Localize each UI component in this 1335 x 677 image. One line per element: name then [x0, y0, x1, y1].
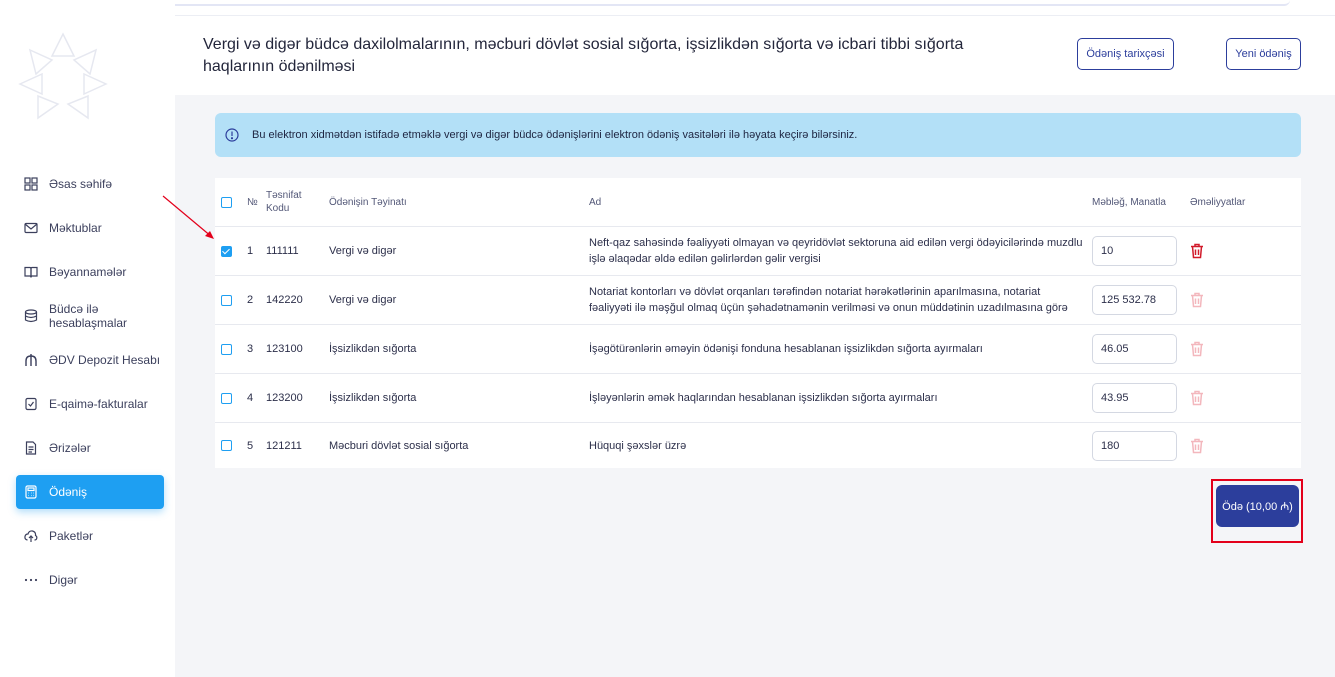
amount-input[interactable] [1092, 236, 1177, 266]
payment-history-button[interactable]: Ödəniş tarixçəsi [1077, 38, 1174, 70]
sidebar: Əsas səhifə Məktublar Bəyannamələr Büdcə… [0, 0, 175, 677]
sidebar-item-label: E-qaimə-fakturalar [49, 397, 148, 411]
row-no: 4 [247, 392, 254, 404]
column-header-no: № [247, 196, 258, 208]
document-icon [24, 441, 38, 455]
row-no: 2 [247, 294, 254, 306]
row-no: 3 [247, 343, 254, 355]
upload-cloud-icon [24, 529, 38, 543]
more-icon [24, 573, 38, 587]
trash-icon[interactable] [1190, 438, 1204, 454]
sidebar-item-label: Ərizələr [49, 441, 91, 455]
table-row: 2 142220 Vergi və digər Notariat kontorl… [215, 276, 1301, 325]
row-code: 111111 [266, 245, 299, 257]
row-name: İşləyənlərin əmək haqlarından hesablanan… [589, 392, 938, 404]
sidebar-item-budget[interactable]: Büdcə ilə hesablaşmalar [0, 294, 175, 338]
column-header-purpose: Ödənişin Təyinatı [329, 196, 407, 208]
row-no: 5 [247, 439, 254, 452]
table-row: 4 123200 İşsizlikdən sığorta İşləyənləri… [215, 374, 1301, 423]
info-text: Bu elektron xidmətdən istifadə etməklə v… [252, 129, 858, 141]
invoice-icon [24, 397, 38, 411]
row-checkbox[interactable] [221, 392, 232, 404]
sidebar-item-payment[interactable]: Ödəniş [16, 475, 164, 509]
row-code: 123100 [266, 343, 303, 355]
top-divider [100, 0, 1290, 6]
row-purpose: İşsizlikdən sığorta [329, 392, 417, 404]
book-icon [24, 265, 38, 279]
row-name: Neft-qaz sahəsində fəaliyyəti olmayan və… [589, 237, 1083, 265]
row-code: 121211 [266, 439, 302, 452]
sidebar-item-other[interactable]: Digər [0, 558, 175, 602]
info-circle-icon [225, 128, 239, 142]
column-header-amount: Məbləğ, Manatla [1092, 196, 1166, 208]
sidebar-item-applications[interactable]: Ərizələr [0, 426, 175, 470]
logo-icon [18, 32, 108, 120]
info-banner: Bu elektron xidmətdən istifadə etməklə v… [215, 113, 1301, 157]
row-name: Hüquqi şəxslər üzrə [589, 439, 687, 452]
amount-input[interactable] [1092, 430, 1177, 461]
sidebar-item-label: Paketlər [49, 529, 94, 543]
row-purpose: Vergi və digər [329, 245, 397, 257]
sidebar-item-e-invoices[interactable]: E-qaimə-fakturalar [0, 382, 175, 426]
sidebar-item-label: Ödəniş [49, 485, 88, 499]
sidebar-item-home[interactable]: Əsas səhifə [0, 162, 175, 206]
payments-table: № Təsnifat Kodu Ödənişin Təyinatı Ad Məb… [215, 178, 1301, 468]
table-row: 5 121211 Məcburi dövlət sosial sığorta H… [215, 423, 1301, 468]
sidebar-item-declarations[interactable]: Bəyannamələr [0, 250, 175, 294]
pay-button[interactable]: Ödə (10,00 ₼) [1216, 485, 1299, 527]
column-header-name: Ad [589, 196, 602, 208]
row-purpose: Məcburi dövlət sosial sığorta [329, 439, 469, 452]
row-checkbox[interactable] [221, 440, 232, 451]
column-header-actions: Əməliyyatlar [1190, 196, 1246, 208]
column-header-code: Təsnifat Kodu [266, 190, 302, 214]
trash-icon[interactable] [1190, 390, 1204, 406]
sidebar-item-label: Bəyannamələr [49, 265, 127, 279]
bank-icon [24, 353, 38, 367]
sidebar-item-label: Digər [49, 573, 78, 587]
table-row: 3 123100 İşsizlikdən sığorta İşəgötürənl… [215, 325, 1301, 374]
annotation-arrow-icon [162, 195, 214, 239]
sidebar-item-vat-deposit[interactable]: ƏDV Depozit Hesabı [0, 338, 175, 382]
row-checkbox[interactable] [221, 294, 232, 306]
sidebar-item-letters[interactable]: Məktublar [0, 206, 175, 250]
trash-icon[interactable] [1190, 243, 1204, 259]
mail-icon [24, 221, 38, 235]
sidebar-item-label: Əsas səhifə [49, 177, 113, 191]
calculator-icon [24, 485, 38, 499]
sidebar-item-packages[interactable]: Paketlər [0, 514, 175, 558]
row-no: 1 [247, 245, 254, 257]
main-content: Vergi və digər büdcə daxilolmalarının, m… [175, 15, 1335, 677]
row-code: 142220 [266, 294, 303, 306]
row-name: Notariat kontorları və dövlət orqanları … [589, 286, 1068, 314]
database-icon [24, 309, 38, 323]
row-purpose: Vergi və digər [329, 294, 397, 306]
amount-input[interactable] [1092, 334, 1177, 364]
page-title: Vergi və digər büdcə daxilolmalarının, m… [203, 36, 964, 75]
new-payment-button[interactable]: Yeni ödəniş [1226, 38, 1301, 70]
select-all-checkbox[interactable] [221, 196, 232, 208]
row-checkbox[interactable] [221, 343, 232, 355]
grid-icon [24, 177, 38, 191]
sidebar-item-label: Büdcə ilə hesablaşmalar [49, 302, 128, 330]
table-row: 1 111111 Vergi və digər Neft-qaz sahəsin… [215, 227, 1301, 276]
amount-input[interactable] [1092, 285, 1177, 315]
row-checkbox[interactable] [221, 245, 232, 257]
sidebar-nav: Əsas səhifə Məktublar Bəyannamələr Büdcə… [0, 162, 175, 602]
table-header-row: № Təsnifat Kodu Ödənişin Təyinatı Ad Məb… [215, 178, 1301, 227]
row-purpose: İşsizlikdən sığorta [329, 343, 417, 355]
trash-icon[interactable] [1190, 292, 1204, 308]
amount-input[interactable] [1092, 383, 1177, 413]
sidebar-item-label: Məktublar [49, 221, 102, 235]
sidebar-item-label: ƏDV Depozit Hesabı [49, 353, 161, 367]
page-header: Vergi və digər büdcə daxilolmalarının, m… [175, 15, 1335, 95]
row-name: İşəgötürənlərin əməyin ödənişi fonduna h… [589, 343, 983, 355]
row-code: 123200 [266, 392, 303, 404]
trash-icon[interactable] [1190, 341, 1204, 357]
